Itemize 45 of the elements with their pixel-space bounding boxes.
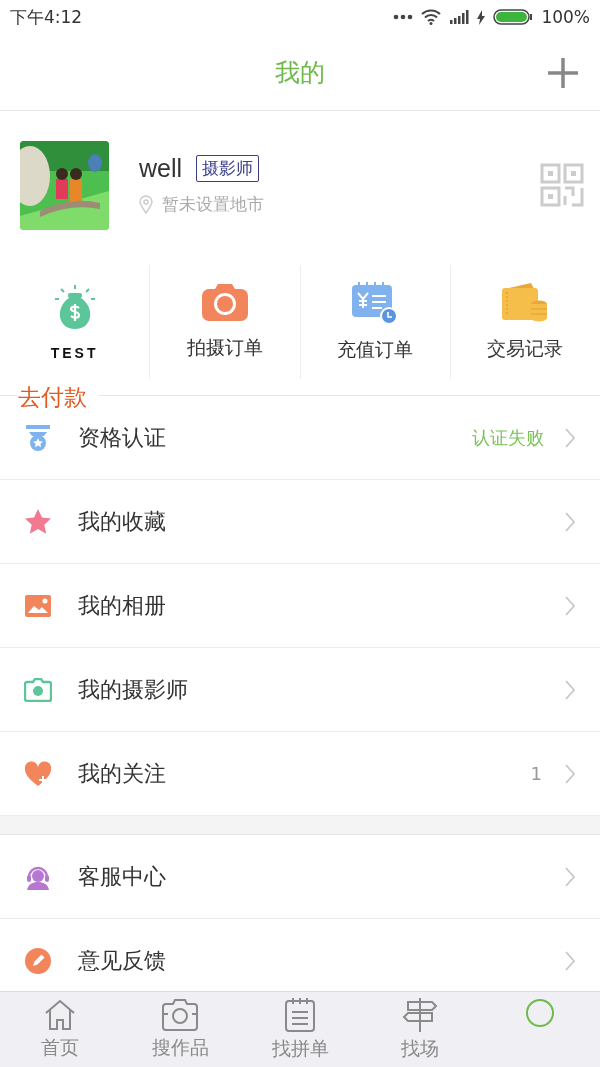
menu-item[interactable]: 我的摄影师: [0, 648, 600, 732]
camera-icon: [24, 677, 52, 702]
role-badge: 摄影师: [196, 155, 260, 182]
page-title: 我的: [275, 56, 325, 89]
battery-percent: 100%: [541, 7, 590, 27]
charging-icon: [477, 9, 486, 25]
shortcut-button[interactable]: 拍摄订单: [150, 265, 301, 379]
pencil-icon: [24, 946, 52, 975]
shortcut-button[interactable]: 交易记录: [450, 265, 600, 379]
add-button[interactable]: [546, 56, 580, 90]
chevron-right-icon: [564, 594, 576, 617]
camera-icon: [200, 283, 249, 323]
menu-item[interactable]: 我的关注 1: [0, 732, 600, 816]
menu-item[interactable]: 我的相册: [0, 564, 600, 648]
qr-code-icon[interactable]: [540, 163, 584, 207]
camera-icon: [161, 998, 199, 1032]
chevron-right-icon: [564, 865, 576, 888]
menu-item[interactable]: 我的收藏: [0, 480, 600, 564]
wallet-coins-icon: [501, 282, 550, 324]
shortcut-button[interactable]: TEST: [0, 265, 151, 379]
more-dots-icon: [393, 14, 414, 20]
wifi-icon: [421, 9, 442, 25]
notepad-icon: [284, 997, 316, 1033]
image-icon: [24, 593, 52, 618]
chevron-right-icon: [564, 426, 576, 449]
follow-count: 1: [530, 763, 542, 784]
signal-icon: [449, 10, 470, 24]
verification-status: 认证失败: [472, 425, 544, 450]
status-time: 下午4:12: [10, 5, 83, 29]
chevron-right-icon: [564, 510, 576, 533]
battery-icon: [493, 9, 534, 25]
chevron-right-icon: [564, 949, 576, 972]
user-name: well: [139, 154, 183, 183]
circle-icon: [525, 998, 555, 1028]
star-icon: [24, 508, 52, 535]
chevron-right-icon: [564, 678, 576, 701]
shortcut-button[interactable]: 充值订单: [300, 265, 451, 379]
menu-item[interactable]: 客服中心: [0, 835, 600, 919]
medal-icon: [25, 423, 51, 452]
heart-plus-icon: [24, 760, 52, 787]
signpost-icon: [402, 997, 438, 1033]
location-pin-icon: [139, 195, 153, 214]
home-icon: [43, 998, 77, 1032]
chevron-right-icon: [564, 762, 576, 785]
location-text: 暂未设置地市: [162, 193, 264, 216]
